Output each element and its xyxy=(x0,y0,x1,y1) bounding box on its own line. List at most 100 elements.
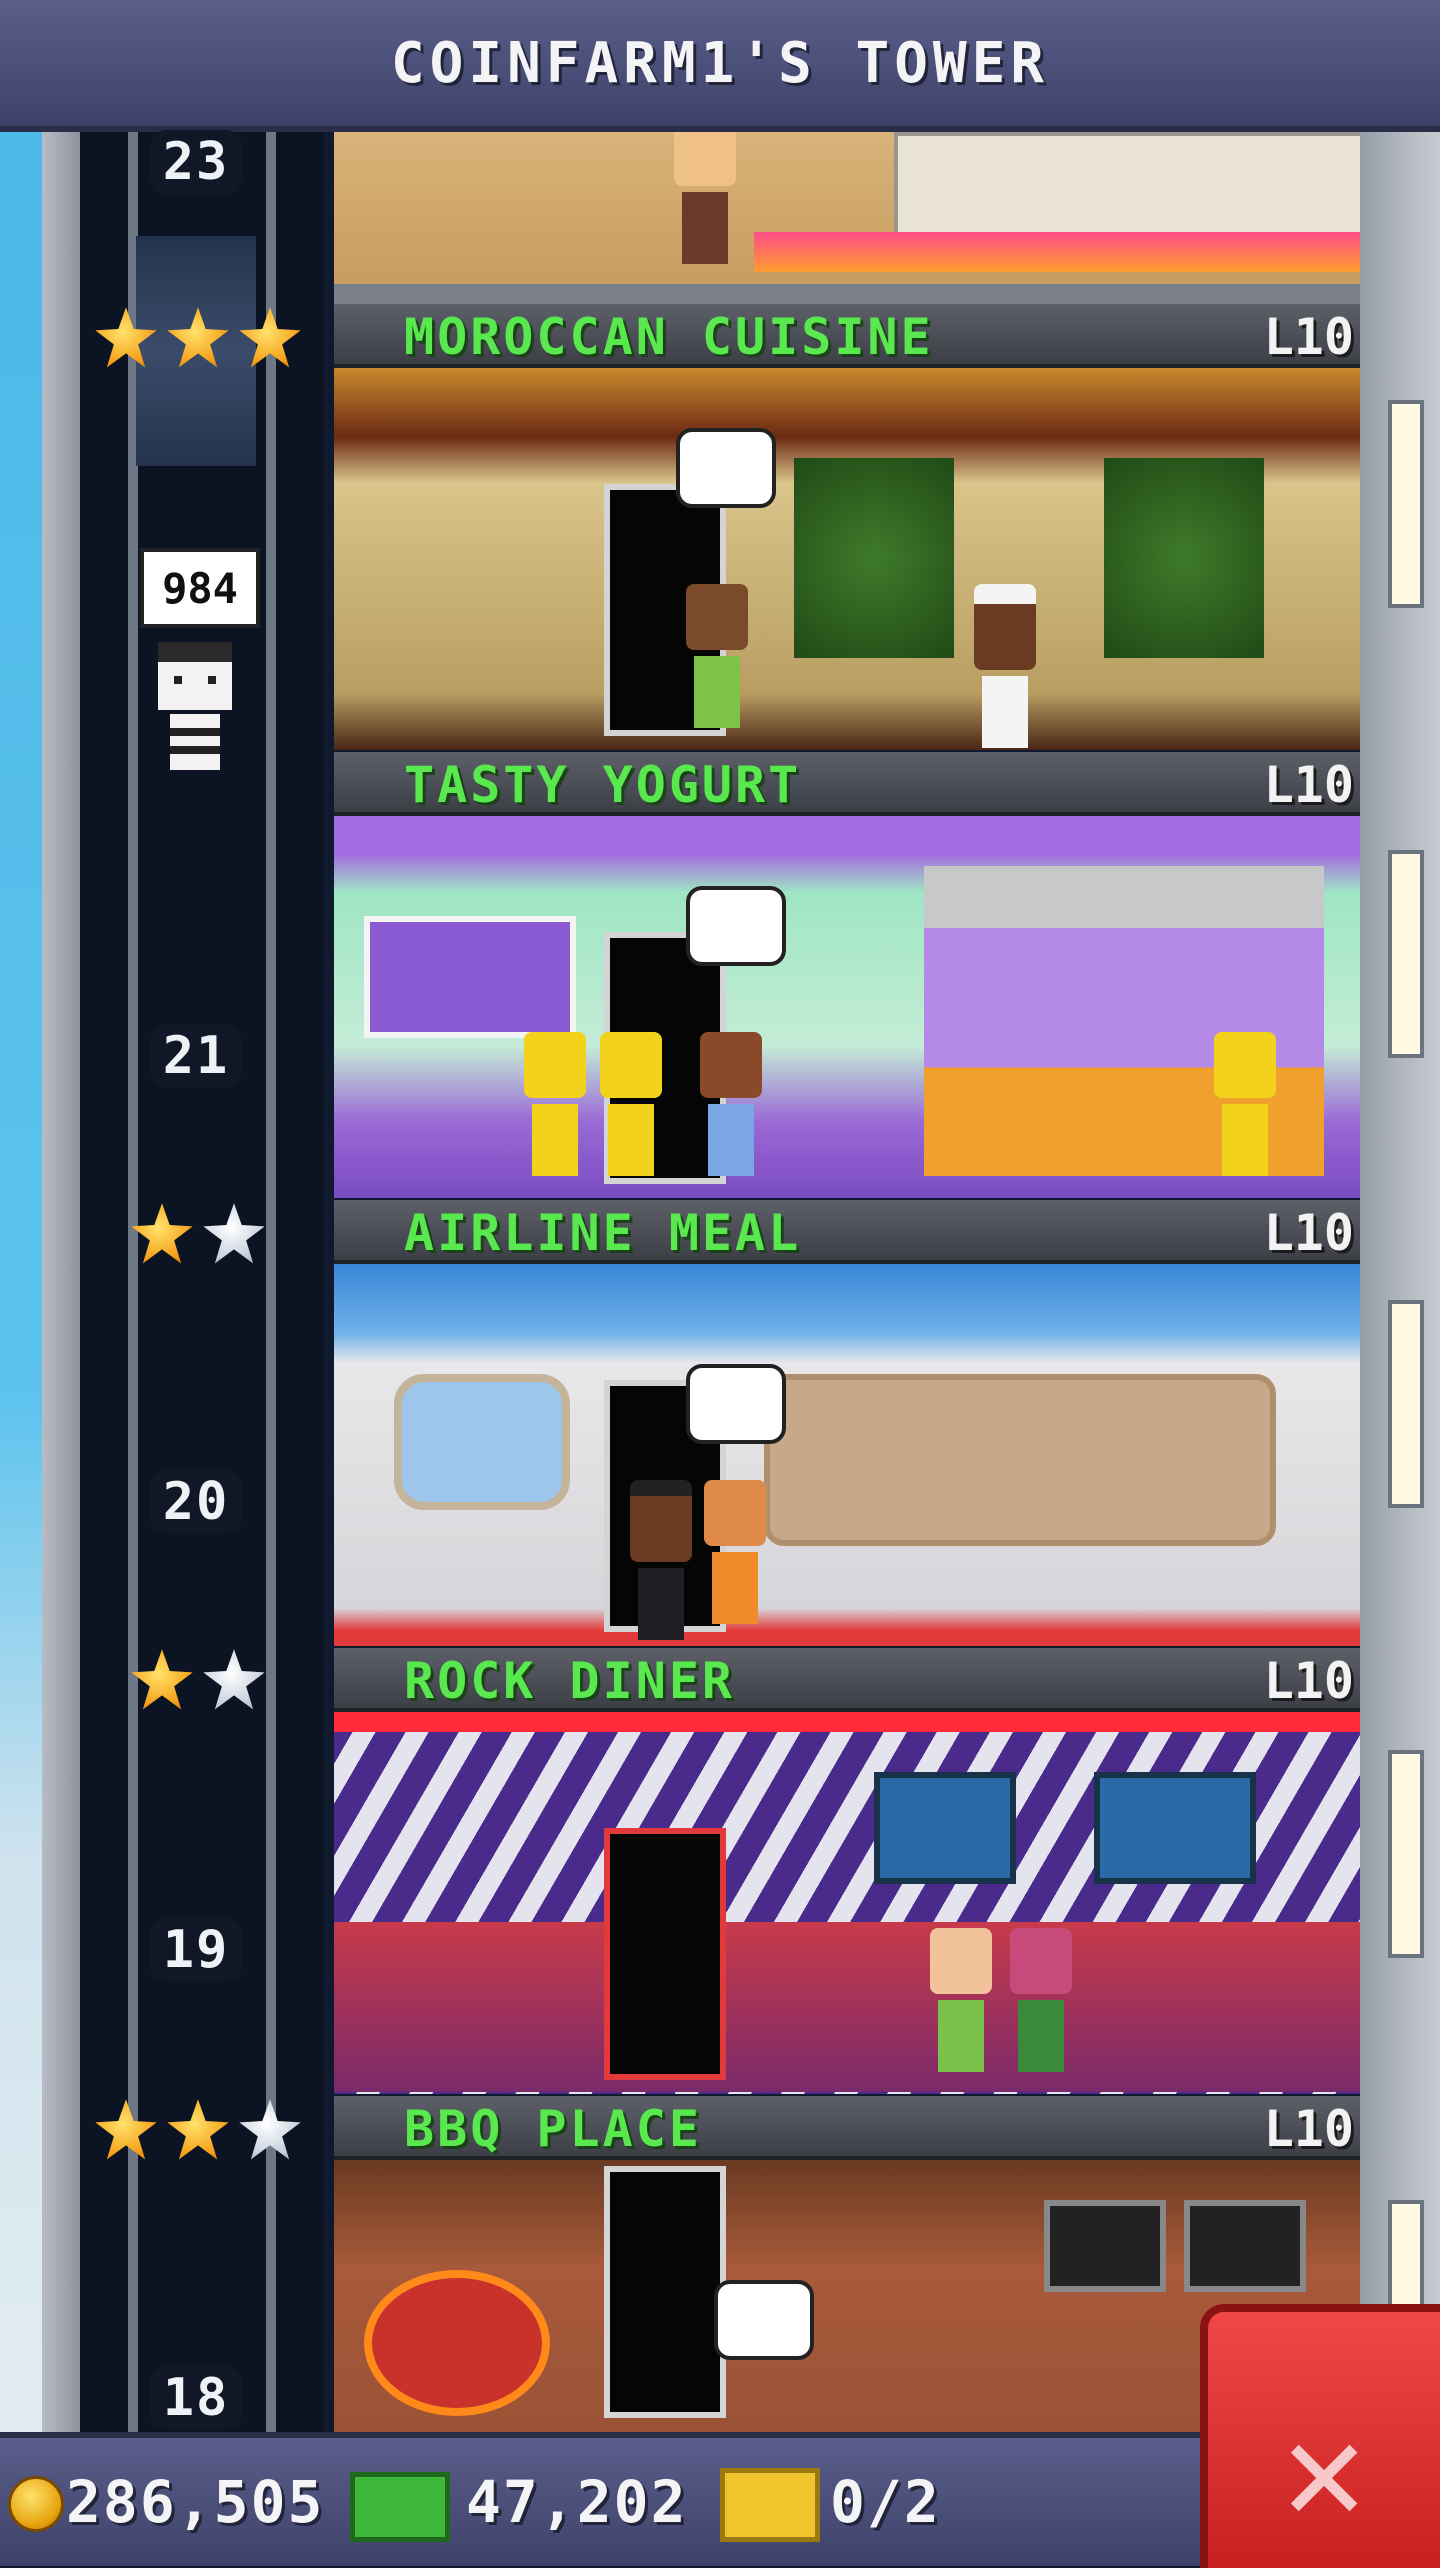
airline-meal-stars xyxy=(130,1202,266,1266)
window xyxy=(1388,400,1424,608)
bitizen-body xyxy=(1222,1104,1268,1176)
airline-meal-room[interactable] xyxy=(334,1264,1360,1646)
tickets-count: 0/2 xyxy=(830,2468,941,2536)
silver-star-icon xyxy=(203,1203,265,1264)
bitizen-head xyxy=(930,1928,992,1994)
floor-name-bar: ROCK DINER L10 xyxy=(334,1648,1360,1712)
floor-number-21: 21 xyxy=(150,1024,242,1088)
elevator-door xyxy=(604,1828,726,2080)
bitizen[interactable] xyxy=(674,132,736,270)
rock-diner-room[interactable] xyxy=(334,1712,1360,2094)
floor-level: L10 xyxy=(1263,1652,1354,1710)
tasty-yogurt-room[interactable] xyxy=(334,816,1360,1198)
tower-title: COINFARM1'S TOWER xyxy=(390,30,1050,96)
bitizen-head xyxy=(704,1480,766,1546)
floor-number-23: 23 xyxy=(150,130,242,194)
bitizen-body xyxy=(608,1104,654,1176)
bitizen-head xyxy=(674,132,736,186)
tower-left-wall xyxy=(42,132,80,2432)
bitizen-body xyxy=(708,1104,754,1176)
bitizen-body xyxy=(712,1552,758,1624)
window xyxy=(1388,1300,1424,1508)
floor-name: BBQ PLACE xyxy=(404,2100,702,2158)
diner-booths xyxy=(334,1922,1360,2092)
gold-star-icon xyxy=(95,307,157,368)
floor-number-20: 20 xyxy=(150,1470,242,1534)
floor-moroccan-cuisine[interactable]: MOROCCAN CUISINE L10 xyxy=(334,304,1360,750)
floor-name: ROCK DINER xyxy=(404,1652,736,1710)
floor-tasty-yogurt[interactable]: TASTY YOGURT L10 xyxy=(334,752,1360,1198)
bitizen-body xyxy=(982,676,1028,748)
bitizen-body xyxy=(938,2000,984,2072)
floor-partial-top[interactable] xyxy=(334,132,1360,304)
floor-name: TASTY YOGURT xyxy=(404,756,802,814)
close-icon: ✕ xyxy=(1282,2390,1367,2553)
thought-bubble[interactable] xyxy=(686,1364,786,1444)
hazmat-bitizen[interactable] xyxy=(1214,1032,1276,1182)
floor-name: MOROCCAN CUISINE xyxy=(404,308,934,366)
tower-title-bar: COINFARM1'S TOWER xyxy=(0,0,1440,132)
floor-name-bar: AIRLINE MEAL L10 xyxy=(334,1200,1360,1264)
display-case xyxy=(894,132,1360,240)
floor-name-bar: MOROCCAN CUISINE L10 xyxy=(334,304,1360,368)
silver-star-icon xyxy=(203,1649,265,1710)
bitizen[interactable] xyxy=(930,1928,992,2078)
silver-star-icon xyxy=(239,2099,301,2160)
chef-bitizen[interactable] xyxy=(974,584,1036,748)
floor-level: L10 xyxy=(1263,2100,1354,2158)
bitizen-head xyxy=(524,1032,586,1098)
floor-rock-diner[interactable]: ROCK DINER L10 xyxy=(334,1648,1360,2094)
coins-count: 286,505 xyxy=(66,2468,325,2536)
window xyxy=(1388,850,1424,1058)
bbq-place-stars xyxy=(94,2098,302,2162)
bitizen-head xyxy=(1214,1032,1276,1098)
floor-number-19: 19 xyxy=(150,1918,242,1982)
thought-bubble[interactable] xyxy=(676,428,776,508)
bitizen-body xyxy=(694,656,740,728)
floor-airline-meal[interactable]: AIRLINE MEAL L10 xyxy=(334,1200,1360,1646)
gold-star-icon xyxy=(95,2099,157,2160)
bitizen-body xyxy=(638,1568,684,1640)
bbq-sign xyxy=(364,2270,550,2416)
gold-star-icon xyxy=(131,1203,193,1264)
close-button[interactable]: ✕ xyxy=(1200,2304,1440,2568)
floor-name-bar: BBQ PLACE L10 xyxy=(334,2096,1360,2160)
floor-name-bar: TASTY YOGURT L10 xyxy=(334,752,1360,816)
thought-bubble[interactable] xyxy=(714,2280,814,2360)
bitizen-in-elevator[interactable] xyxy=(152,642,238,772)
gold-star-icon xyxy=(239,307,301,368)
pilot-bitizen[interactable] xyxy=(630,1480,692,1640)
airplane-cabin xyxy=(764,1374,1276,1546)
elevator-rail xyxy=(266,132,276,2432)
picture-frame xyxy=(874,1772,1016,1884)
bitizen-head xyxy=(686,584,748,650)
elevator-rail xyxy=(128,132,138,2432)
counter xyxy=(754,232,1360,272)
bitizen[interactable] xyxy=(686,584,748,734)
chalkboard xyxy=(1044,2200,1166,2292)
hazmat-bitizen[interactable] xyxy=(524,1032,586,1182)
picture-frame xyxy=(1094,1772,1256,1884)
moroccan-cuisine-room[interactable] xyxy=(334,368,1360,750)
bitizen[interactable] xyxy=(704,1480,766,1630)
bitizen-head xyxy=(1010,1928,1072,1994)
elevator-door xyxy=(604,2166,726,2418)
sky-background xyxy=(0,132,42,2432)
floor-level: L10 xyxy=(1263,1204,1354,1262)
floor-number-18: 18 xyxy=(150,2366,242,2430)
bux-icon[interactable] xyxy=(350,2472,450,2542)
gold-star-icon xyxy=(131,1649,193,1710)
bitizen-head xyxy=(600,1032,662,1098)
chalkboard xyxy=(1184,2200,1306,2292)
ticket-icon[interactable] xyxy=(720,2468,820,2542)
thought-bubble[interactable] xyxy=(686,886,786,966)
bitizen[interactable] xyxy=(700,1032,762,1182)
hazmat-bitizen[interactable] xyxy=(600,1032,662,1182)
bitizen-destination-bubble[interactable]: 984 xyxy=(140,548,260,628)
rock-diner-stars xyxy=(130,1648,266,1712)
bitizen-head xyxy=(700,1032,762,1098)
bitizen-head xyxy=(630,1480,692,1562)
elevator-shaft[interactable] xyxy=(80,132,324,2432)
bitizen[interactable] xyxy=(1010,1928,1072,2078)
gold-star-icon xyxy=(167,2099,229,2160)
